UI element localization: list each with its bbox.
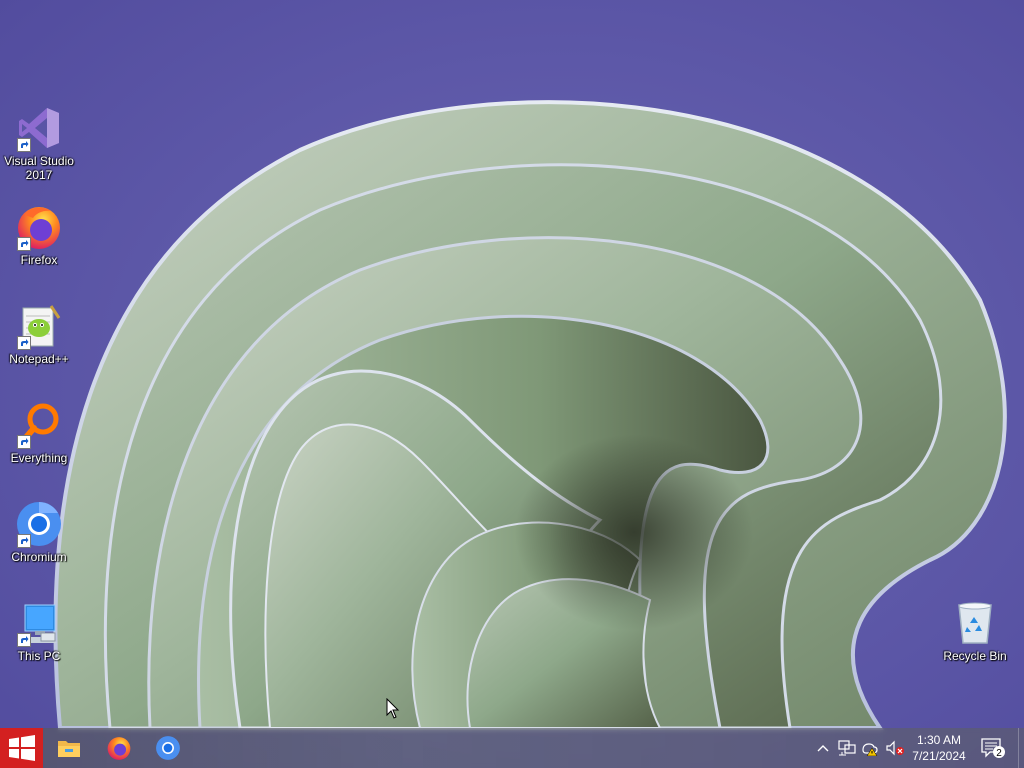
tray-security-button[interactable] xyxy=(860,728,882,768)
computer-icon xyxy=(15,599,63,647)
desktop-icon-label: Recycle Bin xyxy=(943,649,1007,663)
warning-shield-icon xyxy=(862,743,878,756)
shortcut-arrow-icon xyxy=(17,138,31,152)
wallpaper-image xyxy=(0,0,1024,768)
desktop-icon-firefox[interactable]: Firefox xyxy=(1,203,77,267)
action-center-button[interactable]: 2 xyxy=(978,728,1008,768)
desktop-icon-label: Everything xyxy=(10,451,68,465)
network-icon xyxy=(838,740,856,756)
taskbar-firefox-button[interactable] xyxy=(96,728,142,768)
desktop-icon-everything[interactable]: Everything xyxy=(1,401,77,465)
notifications-icon: 2 xyxy=(981,738,1005,759)
desktop-icon-this-pc[interactable]: This PC xyxy=(1,599,77,663)
show-desktop-button[interactable] xyxy=(1018,728,1024,768)
desktop-icon-label: Notepad++ xyxy=(9,352,69,366)
windows-logo-icon xyxy=(8,735,35,761)
recycle-bin-icon xyxy=(951,599,999,647)
shortcut-arrow-icon xyxy=(17,336,31,350)
shortcut-arrow-icon xyxy=(17,534,31,548)
desktop-icon-label: This PC xyxy=(17,649,61,663)
desktop: Visual Studio 2017 Firefox Notepad++ Eve… xyxy=(0,0,1024,768)
desktop-icon-chromium[interactable]: Chromium xyxy=(1,500,77,564)
file-explorer-icon xyxy=(58,741,80,757)
desktop-icon-visual-studio[interactable]: Visual Studio 2017 xyxy=(1,104,77,182)
clock-time: 1:30 AM xyxy=(916,733,962,747)
notepadpp-icon xyxy=(15,302,63,350)
tray-overflow-button[interactable] xyxy=(814,728,832,768)
shortcut-arrow-icon xyxy=(17,633,31,647)
tray-network-button[interactable] xyxy=(836,728,858,768)
chromium-icon xyxy=(15,500,63,548)
chromium-icon xyxy=(156,736,180,760)
visual-studio-icon xyxy=(15,104,63,152)
taskbar-chromium-button[interactable] xyxy=(145,728,191,768)
notification-count-badge: 2 xyxy=(996,748,1002,759)
desktop-icon-notepadpp[interactable]: Notepad++ xyxy=(1,302,77,366)
firefox-icon xyxy=(107,737,131,760)
desktop-icon-label: Chromium xyxy=(11,550,67,564)
clock-date: 7/21/2024 xyxy=(912,749,966,763)
start-button[interactable] xyxy=(0,728,43,768)
shortcut-arrow-icon xyxy=(17,435,31,449)
volume-muted-icon xyxy=(886,740,904,756)
taskbar-clock[interactable]: 1:30 AM 7/21/2024 xyxy=(906,728,972,768)
taskbar-file-explorer-button[interactable] xyxy=(46,728,92,768)
mouse-cursor-icon xyxy=(386,698,400,719)
firefox-icon xyxy=(15,203,63,251)
desktop-icon-label: Visual Studio 2017 xyxy=(4,154,74,182)
everything-search-icon xyxy=(15,401,63,449)
desktop-icon-recycle-bin[interactable]: Recycle Bin xyxy=(937,599,1013,663)
shortcut-arrow-icon xyxy=(17,237,31,251)
taskbar: 1:30 AM 7/21/2024 2 xyxy=(0,728,1024,768)
desktop-icon-label: Firefox xyxy=(20,253,58,267)
tray-volume-button[interactable] xyxy=(884,728,906,768)
chevron-up-icon xyxy=(817,745,829,752)
